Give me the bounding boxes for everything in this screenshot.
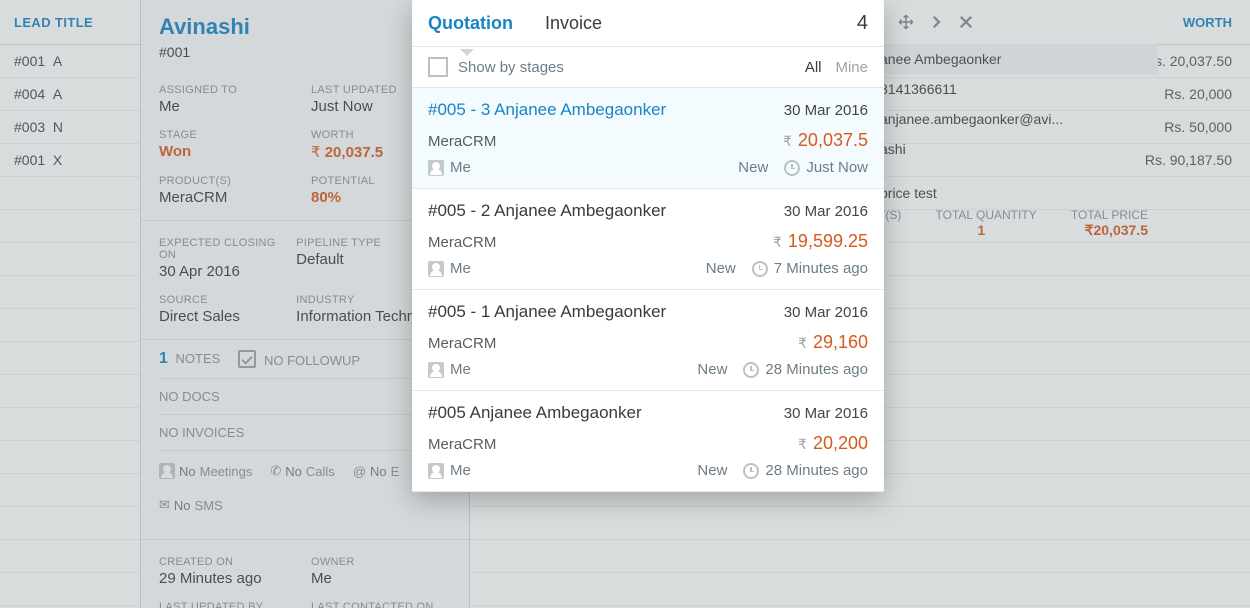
quotation-item[interactable]: #005 - 1 Anjanee Ambegaonker30 Mar 2016 M…	[412, 290, 884, 391]
clock-icon	[743, 362, 759, 378]
quotation-ago: Just Now	[806, 159, 868, 176]
quotation-date: 30 Mar 2016	[784, 102, 868, 119]
filter-mine[interactable]: Mine	[835, 59, 868, 76]
quotation-status: New	[706, 260, 736, 277]
person-icon	[428, 160, 444, 176]
quotation-date: 30 Mar 2016	[784, 304, 868, 321]
quotation-product: MeraCRM	[428, 335, 798, 352]
quotation-item[interactable]: #005 - 3 Anjanee Ambegaonker30 Mar 2016M…	[412, 88, 884, 189]
clock-icon	[752, 261, 768, 277]
clock-icon	[743, 463, 759, 479]
quotation-date: 30 Mar 2016	[784, 405, 868, 422]
quotation-amount: ₹29,160	[798, 332, 868, 353]
quotation-owner: Me	[450, 361, 471, 378]
person-icon	[428, 362, 444, 378]
tab-quotation[interactable]: Quotation	[428, 13, 513, 34]
quotation-product: MeraCRM	[428, 234, 773, 251]
quotation-ago: 28 Minutes ago	[765, 361, 868, 378]
quotation-item[interactable]: #005 Anjanee Ambegaonker30 Mar 2016 MeraC…	[412, 391, 884, 492]
clock-icon	[784, 160, 800, 176]
filter-all[interactable]: All	[805, 59, 822, 76]
popup-count: 4	[857, 12, 868, 35]
person-icon	[428, 261, 444, 277]
quotation-product: MeraCRM	[428, 436, 798, 453]
show-by-stages-checkbox[interactable]	[428, 57, 448, 77]
quotation-title: #005 Anjanee Ambegaonker	[428, 403, 784, 423]
quotation-date: 30 Mar 2016	[784, 203, 868, 220]
quotation-product: MeraCRM	[428, 133, 783, 150]
quotation-status: New	[738, 159, 768, 176]
quotation-title: #005 - 3 Anjanee Ambegaonker	[428, 100, 784, 120]
quotation-status: New	[697, 462, 727, 479]
quotation-amount: ₹20,037.5	[783, 130, 868, 151]
quotation-amount: ₹20,200	[798, 433, 868, 454]
quotation-owner: Me	[450, 462, 471, 479]
person-icon	[428, 463, 444, 479]
quotation-owner: Me	[450, 159, 471, 176]
tab-invoice[interactable]: Invoice	[545, 13, 602, 34]
quotation-ago: 7 Minutes ago	[774, 260, 868, 277]
quotation-title: #005 - 1 Anjanee Ambegaonker	[428, 302, 784, 322]
quotation-owner: Me	[450, 260, 471, 277]
quotation-ago: 28 Minutes ago	[765, 462, 868, 479]
show-by-stages-label[interactable]: Show by stages	[458, 59, 564, 76]
quotation-amount: ₹19,599.25	[773, 231, 868, 252]
quotation-status: New	[697, 361, 727, 378]
quotation-popup: Quotation Invoice 4 Show by stages All M…	[412, 0, 884, 492]
quotation-title: #005 - 2 Anjanee Ambegaonker	[428, 201, 784, 221]
quotation-item[interactable]: #005 - 2 Anjanee Ambegaonker30 Mar 2016 M…	[412, 189, 884, 290]
